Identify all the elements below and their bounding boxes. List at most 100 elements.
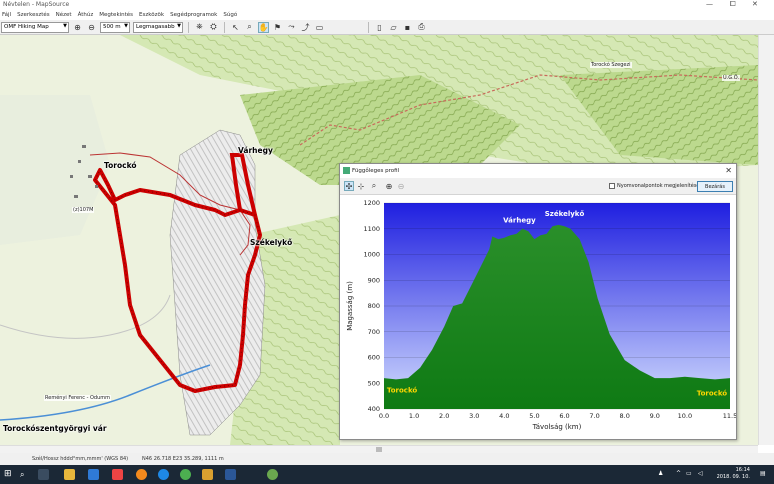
task-view-icon[interactable]	[38, 469, 49, 480]
measure-tool-icon[interactable]: ▭	[314, 22, 325, 33]
show-trackpoints-label: Nyomvonalpontok megjelenítése	[617, 183, 700, 189]
select-tool-icon[interactable]: ↖	[230, 22, 241, 33]
scroll-thumb[interactable]	[376, 447, 382, 452]
chart-annotation: Várhegy	[503, 216, 536, 224]
title-bar: Névtelen - MapSource — ⧠ ✕	[0, 0, 774, 9]
close-button[interactable]: ✕	[752, 0, 758, 8]
y-tick-label: 1200	[363, 199, 380, 207]
print-icon[interactable]: ⎙	[416, 22, 427, 33]
horizontal-scrollbar[interactable]	[0, 445, 758, 453]
menu-file[interactable]: Fájl	[2, 12, 11, 18]
app-icon[interactable]	[112, 469, 123, 480]
toolbar-separator	[188, 21, 189, 33]
x-axis-ticks: 0.0 1.0 2.0 3.0 4.0 5.0 6.0 7.0 8.0 9.0 10.0 11.5	[379, 412, 737, 420]
app-icon[interactable]	[267, 469, 278, 480]
search-icon[interactable]: ⌕	[20, 469, 31, 480]
y-tick-label: 400	[368, 405, 380, 413]
chart-annotation: Torockó	[697, 390, 728, 398]
x-tick-label: 9.0	[650, 412, 660, 420]
save-file-icon[interactable]: ▪	[402, 22, 413, 33]
map-product-select[interactable]: OMF Hiking Map ▼	[1, 21, 69, 33]
maximize-button[interactable]: ⧠	[730, 0, 736, 9]
chevron-down-icon: ▼	[63, 22, 67, 29]
zoom-area-icon[interactable]: ⌕	[369, 181, 379, 191]
menu-view[interactable]: Nézet	[56, 12, 72, 18]
vertical-scrollbar[interactable]	[758, 35, 774, 445]
track-tool-icon[interactable]: ⤴	[300, 22, 311, 33]
open-file-icon[interactable]: ▱	[388, 22, 399, 33]
elevation-chart[interactable]: Várhegy Székelykő Torockó Torockó 0.0 1.0 2.0…	[340, 195, 737, 439]
status-grid-format: Szél/Hossz hddd°mm,mmm' (WGS 84)	[32, 456, 129, 462]
word-icon[interactable]	[225, 469, 236, 480]
menu-bar: Fájl Szerkesztés Nézet Áthúz Megtekintés…	[0, 9, 774, 20]
map-select-icon[interactable]: ⛯	[194, 22, 205, 33]
toolbar-separator	[368, 21, 369, 33]
status-bar: Szél/Hossz hddd°mm,mmm' (WGS 84) N46 26.…	[0, 453, 774, 465]
zoom-tool-icon[interactable]: ⌕	[244, 22, 255, 33]
menu-edit[interactable]: Szerkesztés	[17, 12, 50, 18]
y-axis-ticks: 400 500 600 700 800 900 1000 1100 1200	[363, 199, 380, 413]
chart-annotation: Székelykő	[545, 209, 585, 218]
volume-icon[interactable]: ◁	[698, 470, 703, 477]
clock-date: 2018. 09. 10.	[716, 474, 750, 480]
hand-tool-icon[interactable]: ✋	[258, 21, 269, 33]
show-trackpoints-checkbox[interactable]	[609, 183, 615, 189]
pan-tool-icon[interactable]: ✣	[344, 181, 354, 191]
x-tick-label: 11.5	[723, 412, 736, 420]
x-tick-label: 4.0	[499, 412, 509, 420]
chrome-icon[interactable]	[180, 469, 191, 480]
toolbar: OMF Hiking Map ▼ ⊕ ⊖ 500 m ▼ Legmagasabb…	[0, 20, 774, 35]
app-icon[interactable]	[88, 469, 99, 480]
close-profile-button[interactable]: Bezárás	[697, 181, 733, 192]
zoom-in-icon[interactable]: ⊕	[72, 22, 83, 33]
menu-transfer[interactable]: Áthúz	[78, 12, 94, 18]
edge-icon[interactable]	[158, 469, 169, 480]
taskbar-clock[interactable]: 16:14 2018. 09. 10.	[717, 467, 750, 481]
route-tool-icon[interactable]: ⤳	[286, 22, 297, 33]
window-title: Névtelen - MapSource	[3, 1, 70, 8]
map-select-remove-icon[interactable]: ⛭	[208, 22, 219, 33]
x-tick-label: 3.0	[469, 412, 479, 420]
zoom-scale-value: 500 m	[103, 24, 121, 30]
menu-display[interactable]: Megtekintés	[99, 12, 133, 18]
zoom-scale-select[interactable]: 500 m ▼	[100, 21, 130, 33]
network-icon[interactable]: ▭	[686, 470, 692, 477]
chevron-down-icon: ▼	[124, 22, 128, 29]
mapsource-icon[interactable]	[202, 469, 213, 480]
windows-start-icon[interactable]: ⊞	[4, 469, 15, 480]
detail-select[interactable]: Legmagasabb ▼	[133, 21, 183, 33]
clock-time: 16:14	[735, 467, 750, 473]
notification-icon[interactable]: ▤	[760, 470, 766, 477]
zoom-out-icon[interactable]: ⊖	[86, 22, 97, 33]
user-icon[interactable]: ♟	[658, 470, 663, 477]
poi-label: Reményi Ferenc - Odumm	[44, 395, 111, 401]
szekelyko-rock-ridge	[169, 129, 266, 436]
chevron-down-icon: ▼	[177, 22, 181, 29]
menu-help[interactable]: Súgó	[223, 12, 237, 18]
poi-label: Ú.G.Ö.	[722, 75, 741, 81]
zoom-in-icon[interactable]: ⊕	[384, 181, 394, 191]
y-tick-label: 500	[368, 379, 380, 387]
x-tick-label: 1.0	[409, 412, 419, 420]
x-tick-label: 2.0	[439, 412, 449, 420]
y-tick-label: 800	[368, 302, 380, 310]
x-tick-label: 8.0	[620, 412, 630, 420]
waypoint-tool-icon[interactable]: ⚑	[272, 22, 283, 33]
chevron-up-icon[interactable]: ^	[676, 470, 681, 477]
dialog-title-bar: Függőleges profil ✕	[340, 164, 736, 178]
menu-utilities[interactable]: Segédprogramok	[170, 12, 217, 18]
minimize-button[interactable]: —	[706, 0, 713, 8]
detail-value: Legmagasabb	[136, 24, 175, 30]
map-product-value: OMF Hiking Map	[4, 24, 49, 30]
new-file-icon[interactable]: ▯	[374, 22, 385, 33]
dialog-close-icon[interactable]: ✕	[725, 166, 732, 175]
map-label-szekelyko: Székelykő	[250, 238, 293, 247]
move-tool-icon[interactable]: ⊹	[356, 181, 366, 191]
x-tick-label: 10.0	[678, 412, 692, 420]
zoom-out-icon[interactable]: ⊖	[396, 181, 406, 191]
firefox-icon[interactable]	[136, 469, 147, 480]
poi-label: Torockó Szegezi	[590, 62, 632, 68]
menu-tools[interactable]: Eszközök	[139, 12, 164, 18]
file-explorer-icon[interactable]	[64, 469, 75, 480]
x-tick-label: 5.0	[529, 412, 539, 420]
